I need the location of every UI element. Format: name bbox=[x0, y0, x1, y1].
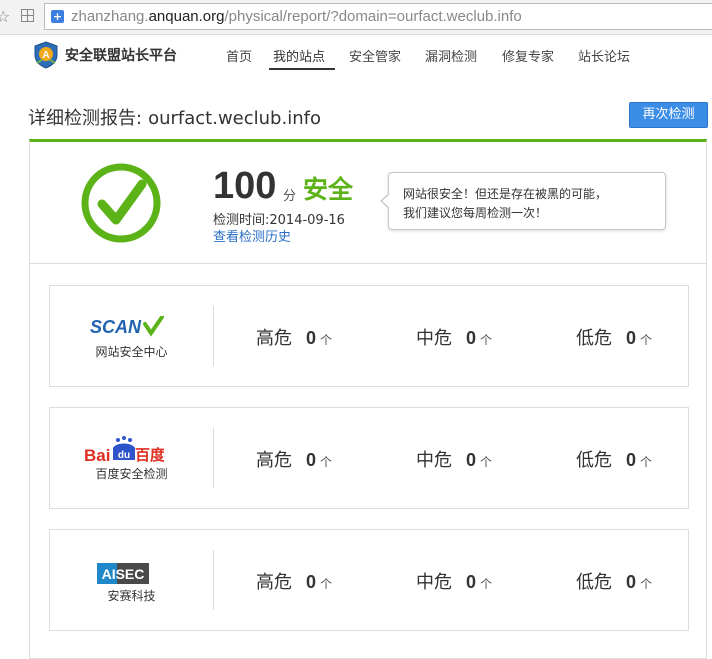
url-field[interactable]: + zhanzhang.anquan.org/physical/report/?… bbox=[44, 3, 712, 30]
scan-logo-icon: SCAN bbox=[90, 316, 164, 337]
nav-security-butler[interactable]: 安全管家 bbox=[349, 46, 401, 65]
svg-text:SCAN: SCAN bbox=[90, 317, 142, 337]
svg-text:百度: 百度 bbox=[135, 446, 164, 464]
history-link[interactable]: 查看检测历史 bbox=[213, 226, 291, 245]
browser-address-bar: ☆ + zhanzhang.anquan.org/physical/report… bbox=[0, 0, 712, 35]
svg-text:du: du bbox=[118, 450, 130, 461]
nav-home[interactable]: 首页 bbox=[226, 46, 252, 65]
divider bbox=[30, 263, 706, 264]
recheck-button[interactable]: 再次检测 bbox=[629, 102, 708, 128]
engine-name: 百度安全检测 bbox=[95, 467, 168, 481]
risk-medium: 中危 0 个 bbox=[416, 328, 493, 349]
page-icon[interactable] bbox=[21, 9, 34, 22]
svg-text:Bai: Bai bbox=[84, 446, 110, 464]
star-icon[interactable]: ☆ bbox=[0, 7, 10, 26]
security-score: 100 bbox=[213, 165, 277, 207]
engine-name: 网站安全中心 bbox=[95, 345, 168, 359]
shield-logo-icon[interactable]: A bbox=[33, 41, 59, 69]
risk-medium: 中危 0 个 bbox=[416, 450, 493, 471]
risk-medium: 中危 0 个 bbox=[416, 572, 493, 593]
page-title: 详细检测报告: ourfact.weclub.info bbox=[28, 108, 321, 129]
nav-repair-expert[interactable]: 修复专家 bbox=[502, 46, 554, 65]
risk-high: 高危 0 个 bbox=[256, 450, 333, 471]
divider bbox=[213, 428, 214, 488]
risk-low: 低危 0 个 bbox=[576, 450, 653, 471]
divider bbox=[213, 306, 214, 366]
tip-line: 我们建议您每周检测一次！ bbox=[403, 206, 548, 220]
engine-name: 安赛科技 bbox=[107, 589, 156, 603]
svg-text:A: A bbox=[42, 50, 49, 61]
nav-my-sites[interactable]: 我的站点 bbox=[273, 46, 325, 65]
check-circle-icon bbox=[81, 163, 161, 243]
tip-line: 网站很安全！但还是存在被黑的可能， bbox=[403, 187, 608, 201]
divider bbox=[213, 550, 214, 610]
active-nav-indicator bbox=[269, 68, 335, 70]
nav-forum[interactable]: 站长论坛 bbox=[578, 46, 630, 65]
risk-low: 低危 0 个 bbox=[576, 572, 653, 593]
risk-high: 高危 0 个 bbox=[256, 328, 333, 349]
engine-card-baidu: Bai du 百度 百度安全检测 高危 0 个 中危 0 个 低危 0 个 bbox=[49, 407, 689, 509]
url-text: zhanzhang.anquan.org/physical/report/?do… bbox=[71, 8, 522, 25]
nav-vuln-scan[interactable]: 漏洞检测 bbox=[425, 46, 477, 65]
svg-text:AISEC: AISEC bbox=[102, 566, 145, 582]
brand-title[interactable]: 安全联盟站长平台 bbox=[65, 45, 177, 65]
site-favicon-icon: + bbox=[51, 10, 64, 23]
risk-low: 低危 0 个 bbox=[576, 328, 653, 349]
score-unit: 分 bbox=[283, 189, 297, 204]
engine-card-scan: SCAN 网站安全中心 高危 0 个 中危 0 个 低危 0 个 bbox=[49, 285, 689, 387]
baidu-logo-icon: Bai du 百度 bbox=[84, 436, 164, 464]
engine-card-aisec: AISEC 安赛科技 高危 0 个 中危 0 个 低危 0 个 bbox=[49, 529, 689, 631]
risk-high: 高危 0 个 bbox=[256, 572, 333, 593]
security-level: 安全 bbox=[303, 175, 354, 204]
advice-tooltip: 网站很安全！但还是存在被黑的可能， 我们建议您每周检测一次！ bbox=[380, 172, 666, 230]
aisec-logo-icon: AISEC bbox=[97, 563, 149, 584]
